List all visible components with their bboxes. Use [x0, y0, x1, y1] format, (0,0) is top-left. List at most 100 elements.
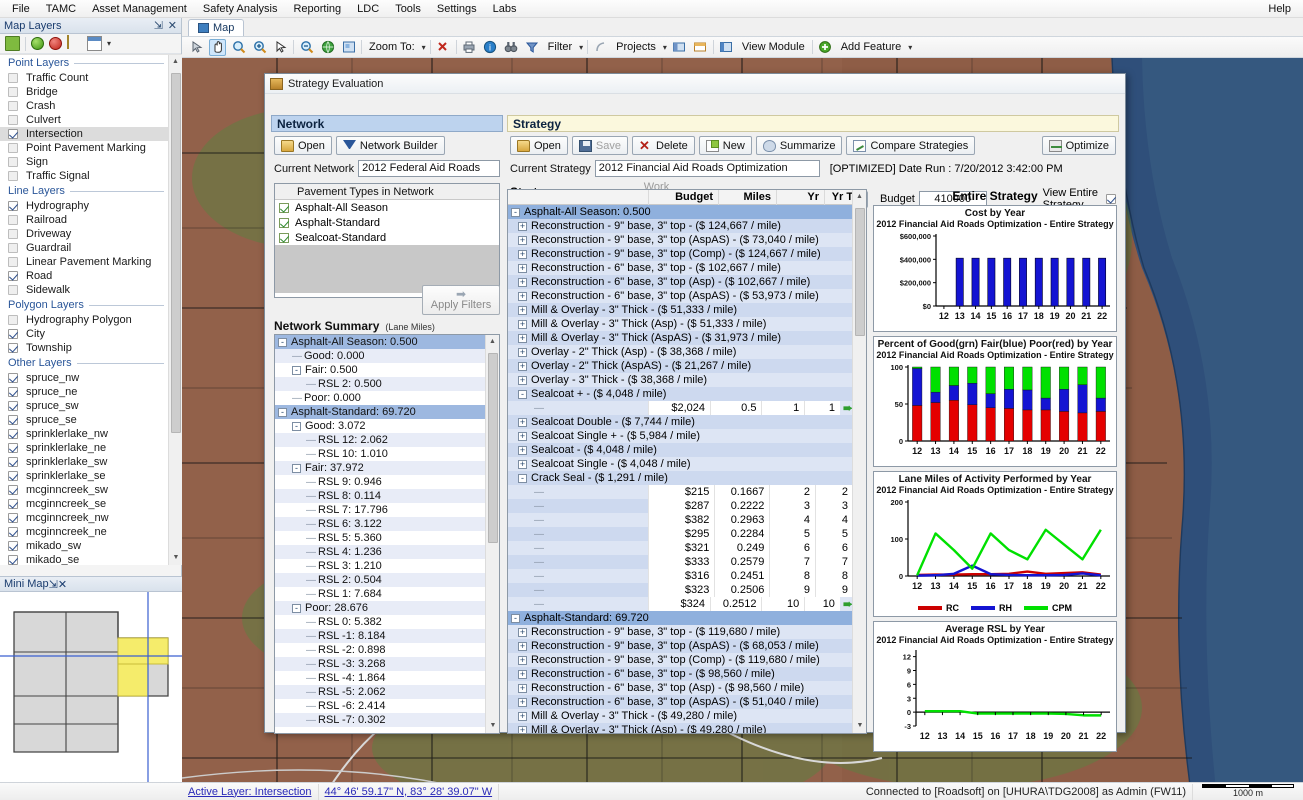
strategy-grid-row[interactable]: + Sealcoat Single + - ($ 5,984 / mile)	[508, 429, 853, 443]
mini-map[interactable]	[0, 592, 182, 800]
layer-item-sprinklerlake_se[interactable]: sprinklerlake_se	[0, 469, 168, 483]
menu-item-reporting[interactable]: Reporting	[285, 1, 349, 17]
layer-item-mcginncreek_ne[interactable]: mcginncreek_ne	[0, 525, 168, 539]
summary-tree-row[interactable]: — Poor: 0.000	[275, 391, 487, 405]
scroll-up-arrow[interactable]: ▲	[486, 335, 499, 349]
strategy-cell-yr-to[interactable]: 1	[804, 401, 840, 415]
tree-expander-icon[interactable]: -	[292, 365, 301, 375]
chart-cost-by-year[interactable]: Cost by Year 2012 Financial Aid Roads Opt…	[873, 205, 1117, 332]
strategy-cell-yr-to[interactable]: 2	[814, 485, 853, 499]
strategy-grid-row[interactable]: — $333 0.2579 7 7	[508, 555, 853, 569]
layer-item-sprinklerlake_ne[interactable]: sprinklerlake_ne	[0, 441, 168, 455]
layer-checkbox[interactable]	[8, 387, 18, 397]
summary-tree-row[interactable]: - Fair: 0.500	[275, 363, 487, 377]
strategy-grid-row[interactable]: + Mill & Overlay - 3" Thick (AspAS) - ($ …	[508, 331, 853, 345]
strategy-cell-yr-to[interactable]: 5	[814, 527, 853, 541]
layer-checkbox[interactable]	[8, 541, 18, 551]
tree-expander-icon[interactable]: -	[292, 603, 301, 613]
strategy-cell-budget[interactable]: $215	[648, 485, 715, 499]
tree-expander-icon[interactable]: +	[518, 669, 527, 679]
strategy-grid-row[interactable]: + Sealcoat - ($ 4,048 / mile)	[508, 443, 853, 457]
tree-expander-icon[interactable]: -	[292, 421, 301, 431]
summary-tree-row[interactable]: — RSL 4: 1.236	[275, 545, 487, 559]
layer-item-spruce_nw[interactable]: spruce_nw	[0, 371, 168, 385]
filter-funnel-icon[interactable]	[524, 39, 541, 56]
summary-tree-row[interactable]: — RSL 6: 3.122	[275, 517, 487, 531]
pavement-type-checkbox[interactable]	[279, 217, 289, 228]
view-module-label[interactable]: View Module	[739, 41, 808, 53]
strategy-grid-row[interactable]: — $323 0.2506 9 9	[508, 583, 853, 597]
strategy-cell-yr-from[interactable]: 2	[769, 485, 815, 499]
strategy-cell-yr-to[interactable]: 4	[814, 513, 853, 527]
layer-checkbox[interactable]	[8, 157, 18, 167]
strategy-cell-budget[interactable]: $321	[648, 541, 715, 555]
layer-item-mcginncreek_nw[interactable]: mcginncreek_nw	[0, 511, 168, 525]
tree-expander-icon[interactable]: +	[518, 277, 527, 287]
projects-chevron-icon[interactable]: ▾	[663, 40, 667, 55]
layer-item-hydrography-polygon[interactable]: Hydrography Polygon	[0, 313, 168, 327]
strategy-cell-miles[interactable]: 0.2963	[714, 513, 770, 527]
strategy-grid-row[interactable]: — $316 0.2451 8 8	[508, 569, 853, 583]
strategy-grid-row[interactable]: — $287 0.2222 3 3	[508, 499, 853, 513]
summary-tree-row[interactable]: — RSL 0: 5.382	[275, 615, 487, 629]
edit-pencil-icon[interactable]	[67, 35, 82, 51]
tree-expander-icon[interactable]: +	[518, 627, 527, 637]
network-open-button[interactable]: Open	[274, 136, 332, 155]
menu-item-asset-management[interactable]: Asset Management	[84, 1, 195, 17]
optimize-button[interactable]: Optimize	[1041, 136, 1116, 155]
layer-checkbox[interactable]	[8, 429, 18, 439]
tree-expander-icon[interactable]: +	[518, 305, 527, 315]
tree-expander-icon[interactable]: +	[518, 431, 527, 441]
tree-expander-icon[interactable]: -	[511, 613, 520, 623]
layer-checkbox[interactable]	[8, 401, 18, 411]
layer-item-spruce_se[interactable]: spruce_se	[0, 413, 168, 427]
summary-tree-row[interactable]: — RSL -7: 0.302	[275, 713, 487, 727]
summary-tree-row[interactable]: - Asphalt-All Season: 0.500	[275, 335, 487, 349]
projects-icon[interactable]	[592, 39, 609, 56]
layer-checkbox[interactable]	[8, 499, 18, 509]
scroll-down-arrow[interactable]: ▼	[853, 719, 866, 733]
strategy-cell-yr-to[interactable]: 3	[814, 499, 853, 513]
strategy-cell-miles[interactable]: 0.2506	[714, 583, 770, 597]
chart-percent-of-good-grn-fair-blue-poor-red-by-year[interactable]: Percent of Good(grn) Fair(blue) Poor(red…	[873, 336, 1117, 467]
layer-item-spruce_sw[interactable]: spruce_sw	[0, 399, 168, 413]
tree-expander-icon[interactable]: -	[278, 337, 287, 347]
strategy-grid-scrollbar[interactable]: ▲ ▼	[852, 190, 866, 733]
layer-item-mcginncreek_sw[interactable]: mcginncreek_sw	[0, 483, 168, 497]
layer-item-traffic-signal[interactable]: Traffic Signal	[0, 169, 168, 183]
apply-filters-button[interactable]: ➡ Apply Filters	[422, 285, 500, 315]
strategy-grid-row[interactable]: - Crack Seal - ($ 1,291 / mile)	[508, 471, 853, 485]
tree-expander-icon[interactable]: +	[518, 347, 527, 357]
menu-item-ldc[interactable]: LDC	[349, 1, 387, 17]
strategy-grid-row[interactable]: — $295 0.2284 5 5	[508, 527, 853, 541]
strategy-cell-yr-from[interactable]: 8	[769, 569, 815, 583]
network-builder-button[interactable]: Network Builder	[335, 136, 445, 155]
layer-item-guardrail[interactable]: Guardrail	[0, 241, 168, 255]
layer-item-driveway[interactable]: Driveway	[0, 227, 168, 241]
strategy-grid-row[interactable]: — $324 0.2512 10 10 ➨	[508, 597, 853, 611]
strategy-cell-yr-to[interactable]: 7	[814, 555, 853, 569]
strategy-grid-row[interactable]: + Reconstruction - 9" base, 3" top (AspAS…	[508, 233, 853, 247]
compare-strategies-button[interactable]: Compare Strategies	[846, 136, 976, 155]
layer-checkbox[interactable]	[8, 129, 18, 139]
strategy-grid-row[interactable]: + Reconstruction - 6" base, 3" top - ($ 9…	[508, 667, 853, 681]
menu-item-help[interactable]: Help	[1260, 1, 1299, 17]
strategy-grid-row[interactable]: + Sealcoat Single - ($ 4,048 / mile)	[508, 457, 853, 471]
strategy-grid-row[interactable]: + Mill & Overlay - 3" Thick - ($ 51,333 /…	[508, 303, 853, 317]
summary-tree-row[interactable]: - Poor: 28.676	[275, 601, 487, 615]
strategy-cell-yr-from[interactable]: 5	[769, 527, 815, 541]
strategy-cell-yr-from[interactable]: 10	[761, 597, 805, 611]
chart-average-rsl-by-year[interactable]: Average RSL by Year 2012 Financial Aid Ro…	[873, 621, 1117, 752]
layer-item-mikado_se[interactable]: mikado_se	[0, 553, 168, 565]
layer-checkbox[interactable]	[8, 527, 18, 537]
strategy-grid-row[interactable]: — $215 0.1667 2 2	[508, 485, 853, 499]
strategy-cell-budget[interactable]: $323	[648, 583, 715, 597]
layer-checkbox[interactable]	[8, 315, 18, 325]
mini-map-pin-icon[interactable]: ⇲	[49, 578, 58, 591]
pavement-type-checkbox[interactable]	[279, 202, 289, 213]
tree-expander-icon[interactable]: +	[518, 697, 527, 707]
summary-tree-row[interactable]: — RSL 9: 0.946	[275, 475, 487, 489]
summary-tree-row[interactable]: - Good: 3.072	[275, 419, 487, 433]
tree-expander-icon[interactable]: -	[278, 407, 287, 417]
remove-icon[interactable]	[49, 37, 62, 50]
